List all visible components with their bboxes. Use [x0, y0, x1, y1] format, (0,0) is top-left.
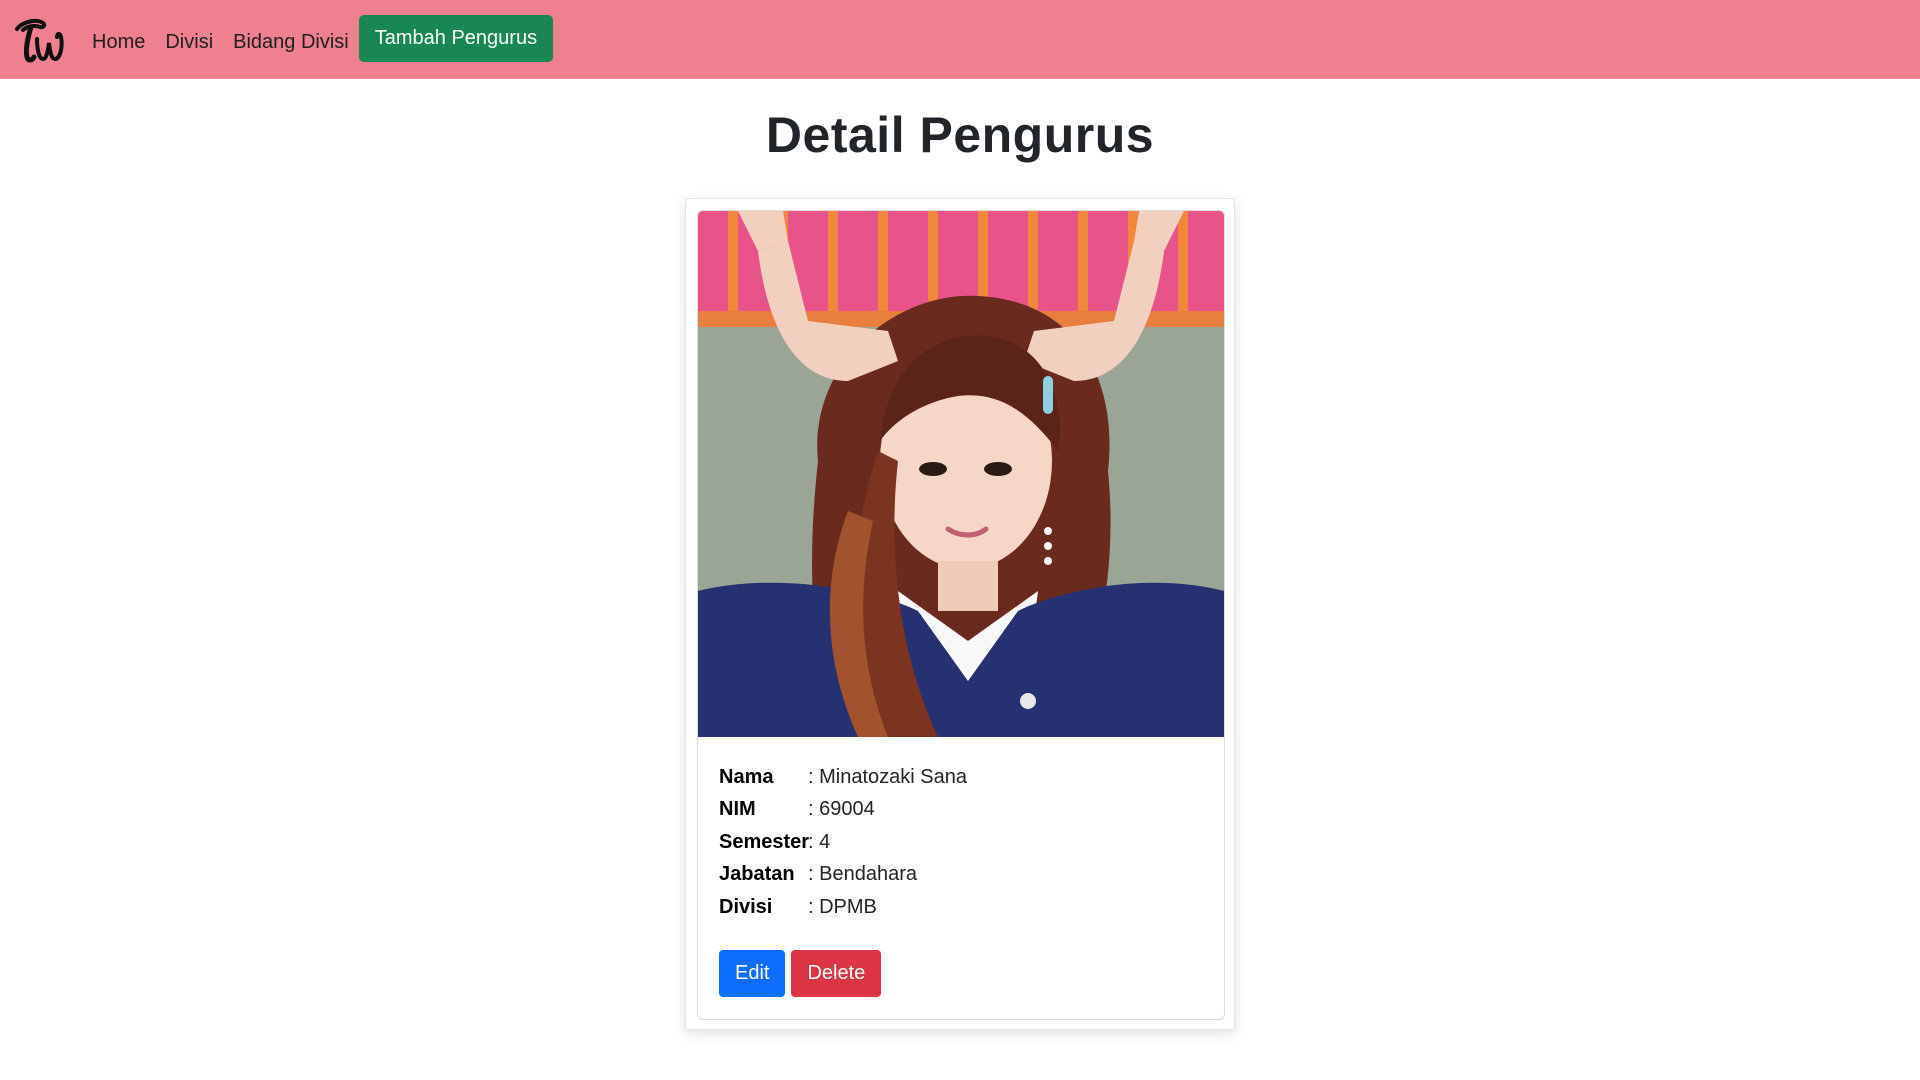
edit-button[interactable]: Edit — [719, 950, 786, 997]
detail-row-nama: Nama : Minatozaki Sana — [719, 761, 967, 794]
nav-link-bidang-divisi[interactable]: Bidang Divisi — [233, 31, 349, 54]
member-card: Nama : Minatozaki Sana NIM : 69004 Semes… — [697, 210, 1225, 1020]
divisi-label: Divisi — [719, 895, 773, 918]
card-actions: Edit Delete — [719, 950, 887, 997]
nim-label: NIM — [719, 798, 756, 821]
detail-row-divisi: Divisi : DPMB — [719, 891, 967, 924]
detail-row-nim: NIM : 69004 — [719, 794, 967, 827]
member-photo — [698, 211, 1224, 737]
nav-link-divisi[interactable]: Divisi — [165, 31, 213, 54]
divisi-value: : DPMB — [808, 895, 877, 918]
nim-value: : 69004 — [808, 798, 875, 821]
page-title: Detail Pengurus — [765, 107, 1155, 163]
nama-label: Nama — [719, 765, 774, 788]
delete-button[interactable]: Delete — [791, 950, 882, 997]
semester-label: Semester — [719, 830, 810, 853]
detail-row-semester: Semester : 4 — [719, 826, 967, 859]
member-details: Nama : Minatozaki Sana NIM : 69004 Semes… — [719, 761, 967, 924]
semester-value: : 4 — [808, 830, 831, 853]
detail-card: Nama : Minatozaki Sana NIM : 69004 Semes… — [685, 198, 1235, 1030]
navbar: Home Divisi Bidang Divisi Tambah Penguru… — [0, 0, 1920, 79]
detail-row-jabatan: Jabatan : Bendahara — [719, 859, 967, 892]
jabatan-label: Jabatan — [719, 863, 795, 886]
nav-link-home[interactable]: Home — [92, 31, 145, 54]
tambah-pengurus-button[interactable]: Tambah Pengurus — [358, 15, 554, 62]
nama-value: : Minatozaki Sana — [808, 765, 967, 788]
jabatan-value: : Bendahara — [808, 863, 917, 886]
twice-logo-icon[interactable] — [12, 12, 68, 68]
